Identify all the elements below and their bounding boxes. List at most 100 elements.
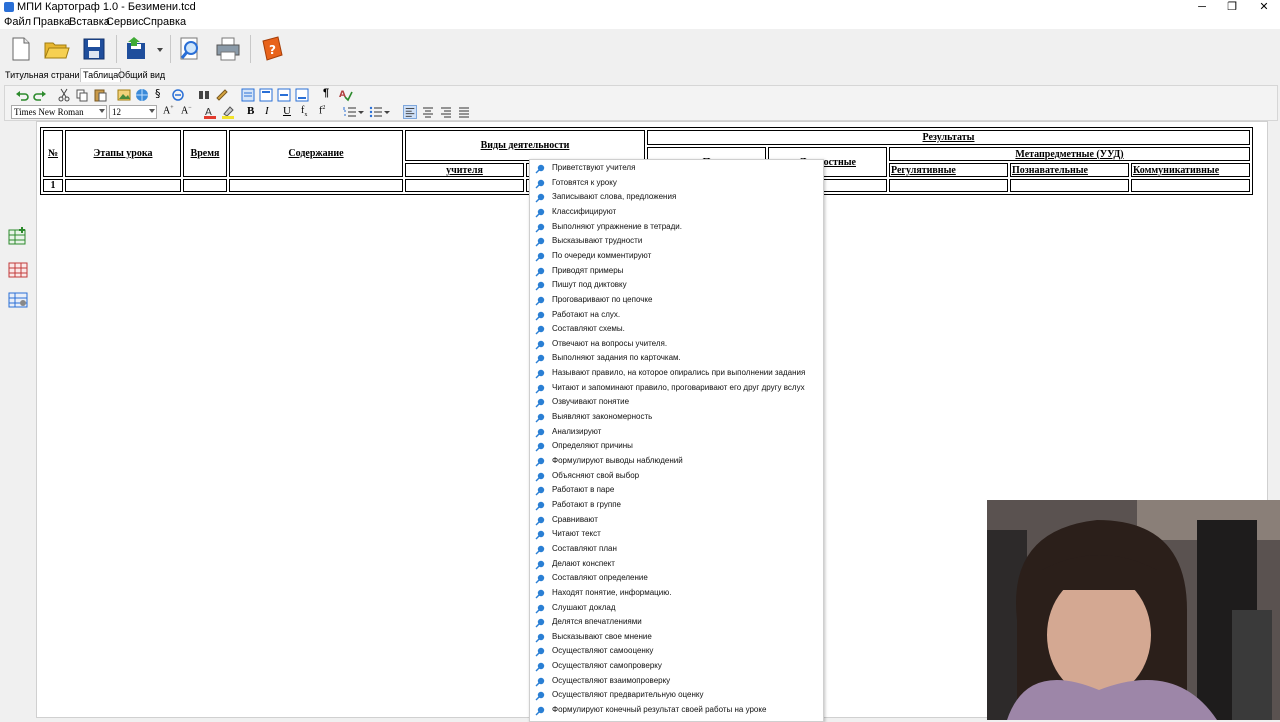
popup-list-item[interactable]: Готовятся к уроку (530, 177, 823, 191)
print-icon[interactable] (214, 35, 242, 63)
popup-list-item[interactable]: Осуществляют самооценку (530, 645, 823, 659)
table-cell[interactable] (405, 179, 524, 192)
popup-list-item[interactable]: Записывают слова, предложения (530, 191, 823, 205)
frame-bottom-icon[interactable] (295, 88, 309, 102)
popup-list-item[interactable]: Делают конспект (530, 558, 823, 572)
popup-list-item[interactable]: Составляют схемы. (530, 323, 823, 337)
add-row-icon[interactable] (6, 225, 30, 249)
popup-list-item[interactable]: Осуществляют взаимопроверку (530, 675, 823, 689)
teacher-header[interactable]: учителя (405, 163, 524, 177)
menu-help[interactable]: Справка (143, 16, 186, 28)
font-color-icon[interactable]: A (203, 105, 217, 119)
table-cell[interactable] (1131, 179, 1250, 192)
menu-edit[interactable]: Правка (33, 16, 70, 28)
insert-image-icon[interactable] (117, 88, 131, 102)
popup-list-item[interactable]: Формулируют выводы наблюдений (530, 455, 823, 469)
stages-header[interactable]: Этапы урока (65, 130, 181, 177)
minimize-button[interactable]: ─ (1186, 0, 1218, 15)
popup-list-item[interactable]: Выявляют закономерность (530, 411, 823, 425)
popup-list-item[interactable]: Выполняют упражнение в тетради. (530, 221, 823, 235)
align-left-icon[interactable] (403, 105, 417, 119)
cut-icon[interactable] (57, 88, 71, 102)
popup-list-item[interactable]: Слушают доклад (530, 602, 823, 616)
replace-icon[interactable] (215, 88, 229, 102)
row-number-cell[interactable]: 1 (43, 179, 63, 192)
save-icon[interactable] (80, 35, 108, 63)
popup-list-item[interactable]: Формулируют конечный результат своей раб… (530, 704, 823, 718)
popup-list-item[interactable]: Проговаривают по цепочке (530, 294, 823, 308)
find-icon[interactable] (197, 88, 211, 102)
decrease-font-icon[interactable]: A− (181, 105, 195, 119)
metasubject-header[interactable]: Метапредметные (УУД) (889, 147, 1250, 161)
popup-list-item[interactable]: Читают и запоминают правило, проговарива… (530, 382, 823, 396)
help-icon[interactable]: ? (258, 35, 286, 63)
popup-list-item[interactable]: Объясняют свой выбор (530, 470, 823, 484)
frame-middle-icon[interactable] (277, 88, 291, 102)
menu-file[interactable]: Файл (4, 16, 31, 28)
popup-list-item[interactable]: Высказывают свое мнение (530, 631, 823, 645)
table-cell[interactable] (65, 179, 181, 192)
popup-list-item[interactable]: Пишут под диктовку (530, 279, 823, 293)
open-folder-icon[interactable] (42, 35, 70, 63)
export-icon[interactable] (122, 35, 150, 63)
special-symbol-icon[interactable] (171, 88, 185, 102)
chevron-down-icon[interactable] (357, 105, 365, 119)
table-cell[interactable] (229, 179, 403, 192)
subscript-icon[interactable]: fx (301, 105, 315, 119)
frame-top-icon[interactable] (259, 88, 273, 102)
preview-icon[interactable] (176, 35, 204, 63)
tab-title-page[interactable]: Титульная страница (3, 69, 92, 82)
popup-list-item[interactable]: Сравнивают (530, 514, 823, 528)
popup-list-item[interactable]: Отвечают на вопросы учителя. (530, 338, 823, 352)
align-center-icon[interactable] (421, 105, 435, 119)
regulatory-header[interactable]: Регулятивные (889, 163, 1008, 177)
time-header[interactable]: Время (183, 130, 227, 177)
popup-list-item[interactable]: Делятся впечатлениями (530, 616, 823, 630)
text-frame-icon[interactable] (241, 88, 255, 102)
spellcheck-icon[interactable]: A (339, 88, 353, 102)
communicative-header[interactable]: Коммуникативные (1131, 163, 1250, 177)
table-cell[interactable] (889, 179, 1008, 192)
delete-row-icon[interactable] (6, 258, 30, 282)
highlight-icon[interactable] (221, 105, 235, 119)
paste-icon[interactable] (93, 88, 107, 102)
redo-icon[interactable] (33, 88, 47, 102)
popup-list-item[interactable]: Читают текст (530, 528, 823, 542)
popup-list-item[interactable]: Озвучивают понятие (530, 396, 823, 410)
table-cell[interactable] (183, 179, 227, 192)
popup-list-item[interactable]: Определяют причины (530, 440, 823, 454)
popup-list-item[interactable]: Работают в группе (530, 499, 823, 513)
table-settings-icon[interactable] (6, 288, 30, 312)
font-size-select[interactable]: 12 (109, 105, 157, 119)
increase-font-icon[interactable]: A+ (163, 105, 177, 119)
popup-list-item[interactable]: Анализируют (530, 426, 823, 440)
numbered-list-icon[interactable] (343, 105, 357, 119)
superscript-icon[interactable]: f2 (319, 105, 333, 119)
table-cell[interactable] (1010, 179, 1129, 192)
bullet-list-icon[interactable] (369, 105, 383, 119)
popup-list-item[interactable]: Осуществляют предварительную оценку (530, 689, 823, 703)
close-button[interactable]: ✕ (1248, 0, 1280, 15)
section-sign-icon[interactable]: § (155, 87, 169, 101)
popup-list-item[interactable]: Классифицируют (530, 206, 823, 220)
align-right-icon[interactable] (439, 105, 453, 119)
popup-list-item[interactable]: По очереди комментируют (530, 250, 823, 264)
popup-list-item[interactable]: Работают в паре (530, 484, 823, 498)
popup-list-item[interactable]: Осуществляют самопроверку (530, 660, 823, 674)
align-justify-icon[interactable] (457, 105, 471, 119)
font-name-select[interactable]: Times New Roman (11, 105, 107, 119)
popup-list-item[interactable]: Приводят примеры (530, 265, 823, 279)
activities-header[interactable]: Виды деятельности (405, 130, 645, 161)
underline-icon[interactable]: U (283, 105, 297, 119)
menu-service[interactable]: Сервис (106, 16, 144, 28)
popup-list-item[interactable]: Приветствуют учителя (530, 162, 823, 176)
popup-list-item[interactable]: Составляют определение (530, 572, 823, 586)
popup-list-item[interactable]: Составляют план (530, 543, 823, 557)
popup-list-item[interactable]: Работают на слух. (530, 309, 823, 323)
undo-icon[interactable] (15, 88, 29, 102)
insert-link-icon[interactable] (135, 88, 149, 102)
results-header[interactable]: Результаты (647, 130, 1250, 145)
cognitive-header[interactable]: Познавательные (1010, 163, 1129, 177)
num-header[interactable]: № (43, 130, 63, 177)
paragraph-mark-icon[interactable]: ¶ (323, 87, 337, 101)
